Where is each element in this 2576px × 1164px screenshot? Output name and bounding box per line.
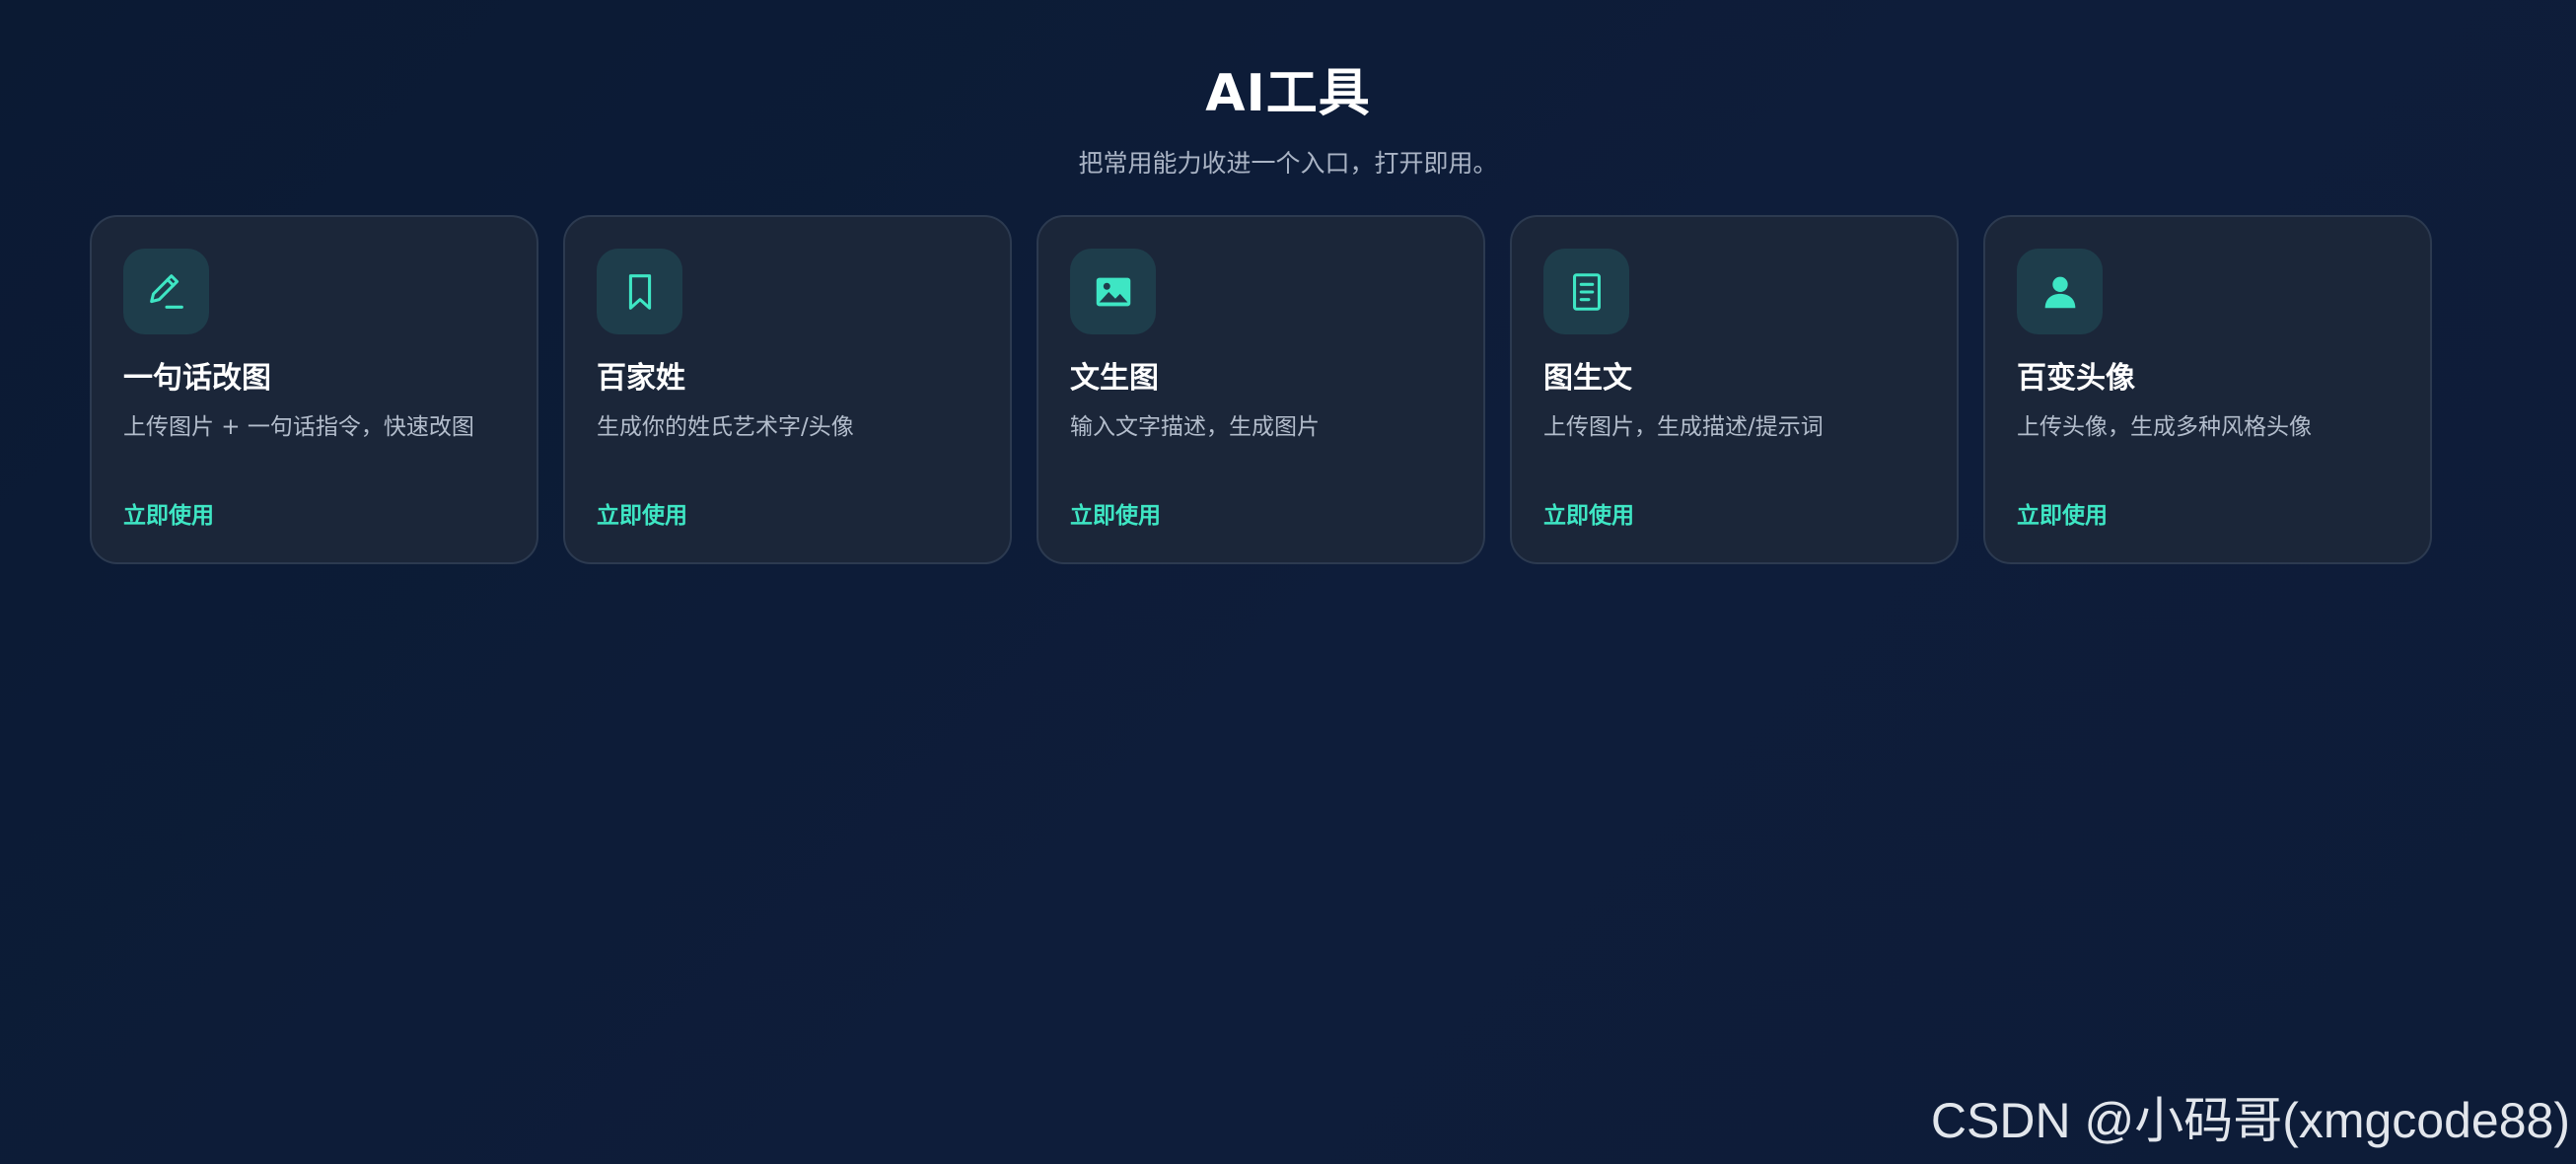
use-now-link[interactable]: 立即使用 [1543, 499, 1634, 533]
tool-card-text-to-image[interactable]: 文生图 输入文字描述，生成图片 立即使用 [1037, 215, 1485, 564]
tool-card-image-to-text[interactable]: 图生文 上传图片，生成描述/提示词 立即使用 [1510, 215, 1959, 564]
use-now-link[interactable]: 立即使用 [597, 499, 687, 533]
watermark: CSDN @小码哥(xmgcode88) [1930, 1093, 2570, 1148]
card-title: 文生图 [1070, 361, 1159, 396]
document-icon [1543, 249, 1629, 334]
use-now-link[interactable]: 立即使用 [1070, 499, 1161, 533]
card-description: 生成你的姓氏艺术字/头像 [597, 414, 854, 440]
tool-card-surname[interactable]: 百家姓 生成你的姓氏艺术字/头像 立即使用 [563, 215, 1012, 564]
tool-card-image-edit[interactable]: 一句话改图 上传图片 + 一句话指令，快速改图 立即使用 [90, 215, 538, 564]
use-now-link[interactable]: 立即使用 [123, 499, 214, 533]
card-description: 输入文字描述，生成图片 [1070, 414, 1320, 440]
card-title: 一句话改图 [123, 361, 271, 396]
card-title: 图生文 [1543, 361, 1632, 396]
card-description: 上传头像，生成多种风格头像 [2017, 414, 2312, 440]
page-title: AI工具 [1205, 64, 1371, 123]
card-title: 百变头像 [2017, 361, 2135, 396]
pencil-edit-icon [123, 249, 209, 334]
user-avatar-icon [2017, 249, 2103, 334]
card-description: 上传图片，生成描述/提示词 [1543, 414, 1824, 440]
tool-card-avatar[interactable]: 百变头像 上传头像，生成多种风格头像 立即使用 [1983, 215, 2432, 564]
card-title: 百家姓 [597, 361, 685, 396]
use-now-link[interactable]: 立即使用 [2017, 499, 2108, 533]
page-subtitle: 把常用能力收进一个入口，打开即用。 [1078, 149, 1498, 178]
tool-card-list: 一句话改图 上传图片 + 一句话指令，快速改图 立即使用 百家姓 生成你的姓氏艺… [90, 215, 2432, 564]
image-icon [1070, 249, 1156, 334]
card-description: 上传图片 + 一句话指令，快速改图 [123, 414, 474, 440]
bookmark-icon [597, 249, 682, 334]
